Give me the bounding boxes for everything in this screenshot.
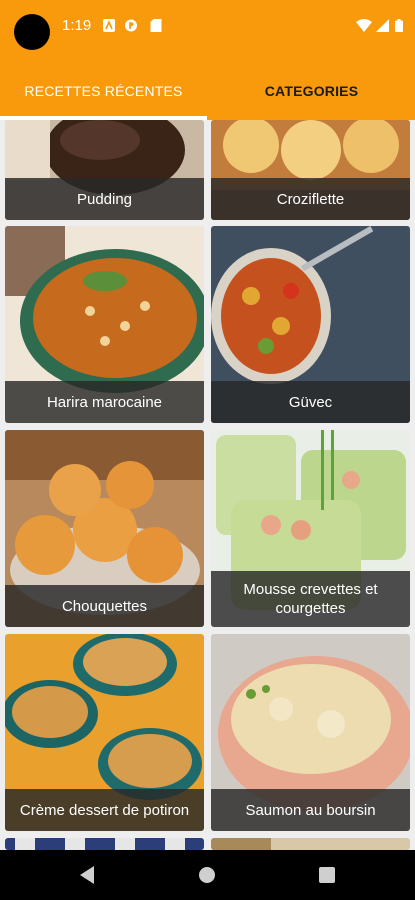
back-icon[interactable] [80,866,94,884]
recipe-image [5,838,204,850]
recipe-title: Mousse crevettes et courgettes [211,571,410,627]
recipe-title: Güvec [211,381,410,423]
recipe-card[interactable] [5,838,204,850]
recipe-card[interactable]: Crème dessert de potiron [5,634,204,831]
recent-apps-icon[interactable] [319,867,335,883]
home-icon[interactable] [199,867,215,883]
status-time: 1:19 [62,17,92,34]
recipe-grid: Pudding Croziflette Harira marocaine Güv… [0,120,415,850]
recipe-title: Crème dessert de potiron [5,789,204,831]
battery-icon [395,19,403,32]
recipe-card[interactable]: Saumon au boursin [211,634,410,831]
recipe-title: Chouquettes [5,585,204,627]
cell-signal-icon [376,19,389,32]
wifi-icon [356,19,372,32]
recipe-title: Pudding [5,178,204,220]
recipe-card[interactable]: Croziflette [211,120,410,220]
profile-avatar[interactable] [14,14,50,50]
recipe-image [211,838,410,850]
recipe-card[interactable]: Chouquettes [5,430,204,627]
recipe-card[interactable]: Harira marocaine [5,226,204,423]
tab-categories[interactable]: CATEGORIES [208,62,415,120]
system-nav-bar [0,850,415,900]
sd-card-icon [150,19,162,32]
recipe-title: Harira marocaine [5,381,204,423]
recipe-title: Saumon au boursin [211,789,410,831]
recipe-card[interactable]: Mousse crevettes et courgettes [211,430,410,627]
recipe-title: Croziflette [211,178,410,220]
recipe-card[interactable]: Pudding [5,120,204,220]
tab-bar: RECETTES RÉCENTES CATEGORIES [0,62,415,120]
notification-a-icon [103,19,115,32]
recipe-card[interactable] [211,838,410,850]
status-bar: 1:19 [0,0,415,62]
notification-p-icon [125,19,137,32]
recipe-card[interactable]: Güvec [211,226,410,423]
tab-recent-recipes[interactable]: RECETTES RÉCENTES [0,62,207,120]
